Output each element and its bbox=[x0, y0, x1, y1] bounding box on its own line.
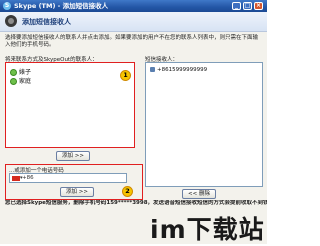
china-flag-icon[interactable] bbox=[12, 174, 23, 182]
step-badge-1: 1 bbox=[120, 70, 131, 81]
add-contact-button[interactable]: 添加 >> bbox=[56, 151, 90, 161]
highlight-frame bbox=[5, 62, 135, 148]
dialog-header: 添加短信接收人 bbox=[0, 12, 267, 32]
site-watermark: im下载站 bbox=[150, 215, 265, 244]
sms-note-text: 您已选择Skype短信服务，删除手机号码159*****3998，发送语音短信接… bbox=[5, 200, 267, 206]
maximize-button[interactable]: □ bbox=[243, 2, 252, 10]
skype-contact-icon bbox=[5, 15, 17, 27]
window-titlebar: S Skype (TM) - 添加短信接收人 _ □ × bbox=[0, 0, 267, 12]
skype-app-icon: S bbox=[3, 2, 11, 10]
instructions-text: 选择要添加短信接收人的联系人并点击添加。如果要添加的用户不在您的联系人列表中，则… bbox=[5, 35, 259, 48]
step-badge-2: 2 bbox=[122, 186, 133, 197]
remove-recipient-button[interactable]: << 删除 bbox=[182, 189, 216, 199]
phone-number-input[interactable]: +86 bbox=[9, 173, 127, 183]
recipient-item[interactable]: +8615999999999 bbox=[150, 67, 207, 73]
phone-icon bbox=[150, 67, 155, 72]
window-title: Skype (TM) - 添加短信接收人 bbox=[14, 2, 109, 10]
dialog-title: 添加短信接收人 bbox=[22, 18, 71, 26]
close-button[interactable]: × bbox=[254, 2, 263, 10]
minimize-button[interactable]: _ bbox=[232, 2, 241, 10]
recipients-list[interactable]: +8615999999999 bbox=[145, 62, 263, 187]
add-phone-button[interactable]: 添加 >> bbox=[60, 187, 94, 197]
